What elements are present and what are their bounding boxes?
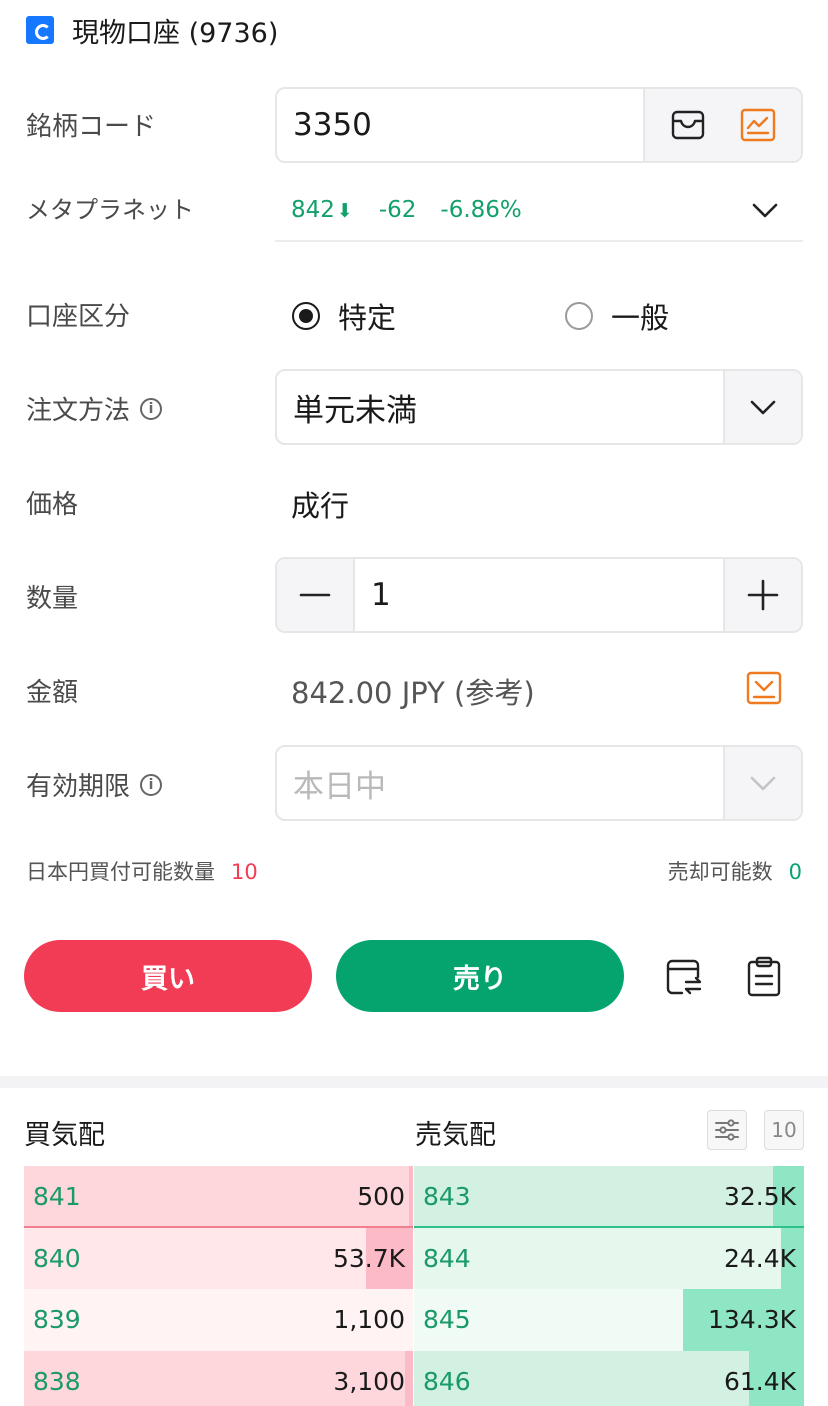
ask-qty: 32.5K bbox=[723, 1182, 796, 1212]
bid-depth-bar bbox=[405, 1350, 413, 1406]
bid-depth-bar bbox=[409, 1166, 413, 1228]
price-change: -62 bbox=[378, 197, 417, 223]
account-type-tokutei[interactable]: 特定 bbox=[292, 295, 396, 337]
bid-qty: 1,100 bbox=[333, 1305, 405, 1335]
radio-unchecked-icon bbox=[565, 302, 593, 330]
bid-price: 840 bbox=[33, 1243, 81, 1273]
quote-row[interactable]: 842 ⬇ -62 -6.86% bbox=[275, 180, 803, 242]
clipboard-icon[interactable] bbox=[746, 956, 782, 998]
bid-cell[interactable]: 840 53.7K bbox=[24, 1227, 414, 1289]
order-book-row[interactable]: 841 500 843 32.5K bbox=[24, 1166, 804, 1228]
order-method-select[interactable]: 単元未満 bbox=[275, 369, 803, 445]
ask-qty: 24.4K bbox=[723, 1243, 796, 1273]
expiry-value: 本日中 bbox=[293, 768, 386, 805]
account-type-label: 口座区分 bbox=[26, 302, 131, 332]
bid-price: 841 bbox=[33, 1182, 81, 1212]
price-change-pct: -6.86% bbox=[440, 197, 522, 223]
order-method-label: 注文方法 i bbox=[26, 390, 163, 427]
bid-title: 買気配 bbox=[24, 1120, 105, 1151]
last-price: 842 ⬇ bbox=[291, 197, 353, 223]
bid-cell[interactable]: 839 1,100 bbox=[24, 1289, 414, 1351]
bid-price: 838 bbox=[33, 1366, 81, 1396]
code-input[interactable]: 3350 bbox=[277, 89, 643, 161]
bid-cell[interactable]: 841 500 bbox=[24, 1166, 414, 1228]
depth-selector[interactable]: 10 bbox=[764, 1110, 804, 1150]
ask-cell[interactable]: 844 24.4K bbox=[414, 1227, 804, 1289]
sellable-quantity: 売却可能数 0 bbox=[667, 860, 802, 884]
code-input-box[interactable]: 3350 bbox=[275, 87, 803, 163]
bid-bg bbox=[24, 1166, 413, 1228]
expiry-select[interactable]: 本日中 bbox=[275, 745, 803, 821]
ask-qty: 61.4K bbox=[723, 1366, 796, 1396]
ask-qty: 134.3K bbox=[708, 1305, 796, 1335]
order-book-row[interactable]: 839 1,100 845 134.3K bbox=[24, 1289, 804, 1351]
ask-cell[interactable]: 845 134.3K bbox=[414, 1289, 804, 1351]
chart-icon[interactable] bbox=[740, 107, 776, 143]
expiry-label: 有効期限 i bbox=[26, 766, 163, 803]
buyable-quantity: 日本円買付可能数量 10 bbox=[26, 860, 258, 884]
quantity-input[interactable]: 1 bbox=[355, 559, 723, 631]
down-arrow-icon: ⬇ bbox=[336, 200, 353, 222]
ask-price: 846 bbox=[423, 1366, 471, 1396]
account-header[interactable]: 現物口座 (9736) bbox=[26, 10, 278, 50]
minus-icon[interactable] bbox=[277, 559, 355, 631]
info-icon[interactable]: i bbox=[140, 773, 163, 796]
ask-cell[interactable]: 846 61.4K bbox=[414, 1350, 804, 1406]
inbox-icon[interactable] bbox=[670, 107, 706, 143]
order-book-row[interactable]: 840 53.7K 844 24.4K bbox=[24, 1227, 804, 1289]
ask-title: 売気配 bbox=[415, 1120, 496, 1151]
order-book-row[interactable]: 838 3,100 846 61.4K bbox=[24, 1350, 804, 1406]
price-value: 成行 bbox=[291, 489, 350, 523]
ask-price: 843 bbox=[423, 1182, 471, 1212]
quantity-label: 数量 bbox=[26, 584, 79, 614]
code-label: 銘柄コード bbox=[26, 112, 157, 142]
bid-cell[interactable]: 838 3,100 bbox=[24, 1350, 414, 1406]
order-switch-icon[interactable] bbox=[664, 957, 704, 997]
amount-label: 金額 bbox=[26, 678, 79, 708]
account-type-ippan[interactable]: 一般 bbox=[565, 295, 669, 337]
price-label: 価格 bbox=[26, 490, 79, 520]
section-divider bbox=[0, 1076, 828, 1088]
bid-qty: 3,100 bbox=[333, 1366, 405, 1396]
account-title: 現物口座 (9736) bbox=[72, 17, 279, 49]
chevron-down-icon[interactable] bbox=[723, 747, 801, 819]
code-tools bbox=[643, 89, 801, 161]
collapse-icon[interactable] bbox=[746, 670, 782, 706]
ask-cell[interactable]: 843 32.5K bbox=[414, 1166, 804, 1228]
radio-checked-icon bbox=[292, 302, 320, 330]
stock-name: メタプラネット bbox=[26, 196, 194, 224]
plus-icon[interactable] bbox=[723, 559, 801, 631]
amount-value: 842.00 JPY (参考) bbox=[291, 676, 535, 710]
bid-price: 839 bbox=[33, 1305, 81, 1335]
order-method-value: 単元未満 bbox=[293, 392, 417, 429]
order-book: 841 500 843 32.5K 840 53.7K 844 24.4K 839 1,100 84… bbox=[24, 1166, 804, 1406]
account-logo-icon bbox=[26, 16, 54, 44]
ask-price: 844 bbox=[423, 1243, 471, 1273]
chevron-down-icon[interactable] bbox=[747, 192, 783, 228]
ask-price: 845 bbox=[423, 1305, 471, 1335]
settings-sliders-icon[interactable] bbox=[707, 1110, 747, 1150]
info-icon[interactable]: i bbox=[140, 397, 163, 420]
buy-button[interactable]: 買い bbox=[24, 940, 312, 1012]
sell-button[interactable]: 売り bbox=[336, 940, 624, 1012]
quantity-stepper[interactable]: 1 bbox=[275, 557, 803, 633]
bid-qty: 53.7K bbox=[332, 1243, 405, 1273]
chevron-down-icon[interactable] bbox=[723, 371, 801, 443]
bid-qty: 500 bbox=[357, 1182, 405, 1212]
